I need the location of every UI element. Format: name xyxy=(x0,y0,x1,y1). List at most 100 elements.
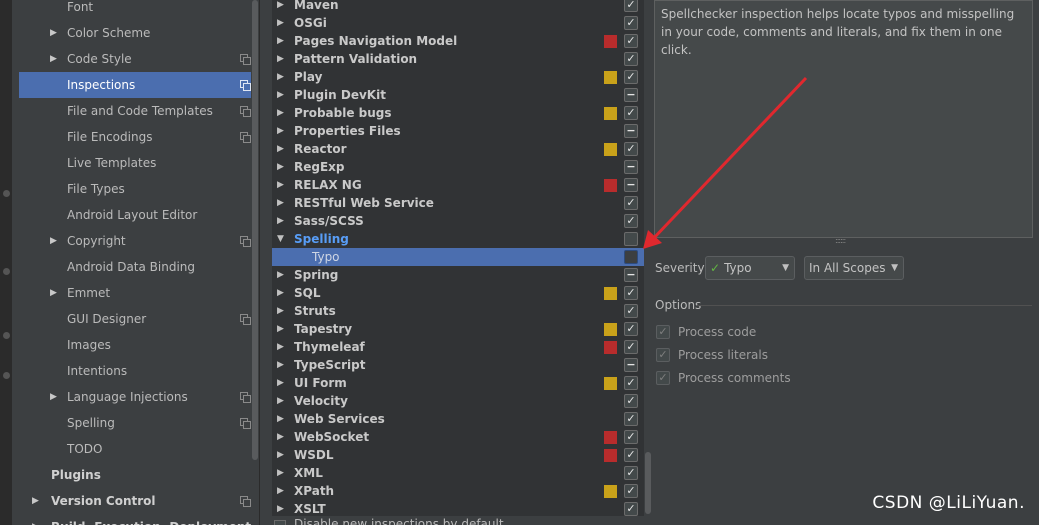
expand-arrow-icon[interactable]: ▶ xyxy=(32,488,39,514)
settings-item-spelling[interactable]: Spelling xyxy=(19,410,259,436)
expand-arrow-icon[interactable]: ▶ xyxy=(277,392,284,410)
inspection-enabled-checkbox[interactable]: ✓ xyxy=(624,484,638,498)
inspection-row-pattern-validation[interactable]: ▶ Pattern Validation ✓ xyxy=(272,50,644,68)
expand-arrow-icon[interactable]: ▶ xyxy=(277,446,284,464)
inspection-enabled-checkbox[interactable]: − xyxy=(624,124,638,138)
inspection-enabled-checkbox[interactable]: − xyxy=(624,358,638,372)
inspection-row-xml[interactable]: ▶ XML ✓ xyxy=(272,464,644,482)
inspection-row-sass-scss[interactable]: ▶ Sass/SCSS ✓ xyxy=(272,212,644,230)
expand-arrow-icon[interactable]: ▶ xyxy=(50,384,57,410)
inspection-row-thymeleaf[interactable]: ▶ Thymeleaf ✓ xyxy=(272,338,644,356)
inspection-enabled-checkbox[interactable]: ✓ xyxy=(624,52,638,66)
settings-item-images[interactable]: Images xyxy=(19,332,259,358)
settings-item-live-templates[interactable]: Live Templates xyxy=(19,150,259,176)
settings-item-plugins[interactable]: Plugins xyxy=(19,462,259,488)
inspection-enabled-checkbox[interactable]: ✓ xyxy=(624,502,638,516)
expand-arrow-icon[interactable]: ▶ xyxy=(277,14,284,32)
inspection-enabled-checkbox[interactable]: ✓ xyxy=(624,376,638,390)
expand-arrow-icon[interactable]: ▶ xyxy=(277,320,284,338)
inspection-enabled-checkbox[interactable]: ✓ xyxy=(624,34,638,48)
option-checkbox[interactable]: ✓ xyxy=(656,371,670,385)
expand-arrow-icon[interactable]: ▶ xyxy=(277,500,284,516)
inspection-row-wsdl[interactable]: ▶ WSDL ✓ xyxy=(272,446,644,464)
inspection-row-play[interactable]: ▶ Play ✓ xyxy=(272,68,644,86)
inspection-enabled-checkbox[interactable]: ✓ xyxy=(624,286,638,300)
inspection-row-web-services[interactable]: ▶ Web Services ✓ xyxy=(272,410,644,428)
expand-arrow-icon[interactable]: ▶ xyxy=(277,338,284,356)
option-checkbox[interactable]: ✓ xyxy=(656,325,670,339)
inspection-row-osgi[interactable]: ▶ OSGi ✓ xyxy=(272,14,644,32)
inspection-enabled-checkbox[interactable]: ✓ xyxy=(624,394,638,408)
expand-arrow-icon[interactable]: ▶ xyxy=(277,194,284,212)
settings-item-file-types[interactable]: File Types xyxy=(19,176,259,202)
settings-item-file-and-code-templates[interactable]: File and Code Templates xyxy=(19,98,259,124)
inspection-row-plugin-devkit[interactable]: ▶ Plugin DevKit − xyxy=(272,86,644,104)
expand-arrow-icon[interactable]: ▶ xyxy=(277,266,284,284)
collapse-arrow-icon[interactable]: ▼ xyxy=(277,230,284,248)
scope-dropdown[interactable]: In All Scopes ▼ xyxy=(804,256,904,280)
inspection-enabled-checkbox[interactable]: ✓ xyxy=(624,322,638,336)
inspection-enabled-checkbox[interactable]: ✓ xyxy=(624,430,638,444)
expand-arrow-icon[interactable]: ▶ xyxy=(277,50,284,68)
inspection-enabled-checkbox[interactable]: ✓ xyxy=(624,0,638,12)
settings-item-version-control[interactable]: ▶ Version Control xyxy=(19,488,259,514)
expand-arrow-icon[interactable]: ▶ xyxy=(277,302,284,320)
inspection-row-tapestry[interactable]: ▶ Tapestry ✓ xyxy=(272,320,644,338)
inspection-row-spelling[interactable]: ▼ Spelling xyxy=(272,230,644,248)
disable-new-inspections-checkbox[interactable]: Disable new inspections by default xyxy=(272,517,644,525)
inspection-row-typescript[interactable]: ▶ TypeScript − xyxy=(272,356,644,374)
inspection-row-websocket[interactable]: ▶ WebSocket ✓ xyxy=(272,428,644,446)
settings-item-file-encodings[interactable]: File Encodings xyxy=(19,124,259,150)
inspection-row-reactor[interactable]: ▶ Reactor ✓ xyxy=(272,140,644,158)
inspection-enabled-checkbox[interactable]: ✓ xyxy=(624,412,638,426)
inspection-enabled-checkbox[interactable]: − xyxy=(624,160,638,174)
expand-arrow-icon[interactable]: ▶ xyxy=(277,482,284,500)
expand-arrow-icon[interactable]: ▶ xyxy=(50,46,57,72)
inspection-enabled-checkbox[interactable] xyxy=(624,232,638,246)
settings-item-color-scheme[interactable]: ▶ Color Scheme xyxy=(19,20,259,46)
settings-item-todo[interactable]: TODO xyxy=(19,436,259,462)
settings-item-build-execution-deployment[interactable]: ▶ Build, Execution, Deployment xyxy=(19,514,259,525)
settings-item-code-style[interactable]: ▶ Code Style xyxy=(19,46,259,72)
inspection-row-pages-navigation-model[interactable]: ▶ Pages Navigation Model ✓ xyxy=(272,32,644,50)
expand-arrow-icon[interactable]: ▶ xyxy=(277,428,284,446)
inspection-row-struts[interactable]: ▶ Struts ✓ xyxy=(272,302,644,320)
settings-item-android-layout-editor[interactable]: Android Layout Editor xyxy=(19,202,259,228)
inspection-row-xpath[interactable]: ▶ XPath ✓ xyxy=(272,482,644,500)
expand-arrow-icon[interactable]: ▶ xyxy=(277,86,284,104)
inspection-enabled-checkbox[interactable]: ✓ xyxy=(624,16,638,30)
inspection-enabled-checkbox[interactable]: ✓ xyxy=(624,70,638,84)
inspection-enabled-checkbox[interactable]: ✓ xyxy=(624,340,638,354)
inspection-row-maven[interactable]: ▶ Maven ✓ xyxy=(272,0,644,14)
expand-arrow-icon[interactable]: ▶ xyxy=(277,68,284,86)
expand-arrow-icon[interactable]: ▶ xyxy=(277,356,284,374)
expand-arrow-icon[interactable]: ▶ xyxy=(277,122,284,140)
inspections-scrollbar[interactable] xyxy=(644,0,652,516)
inspection-enabled-checkbox[interactable]: ✓ xyxy=(624,214,638,228)
inspection-row-regexp[interactable]: ▶ RegExp − xyxy=(272,158,644,176)
inspection-row-spring[interactable]: ▶ Spring − xyxy=(272,266,644,284)
expand-arrow-icon[interactable]: ▶ xyxy=(50,228,57,254)
inspection-row-velocity[interactable]: ▶ Velocity ✓ xyxy=(272,392,644,410)
expand-arrow-icon[interactable]: ▶ xyxy=(277,284,284,302)
inspection-enabled-checkbox[interactable]: ✓ xyxy=(624,142,638,156)
expand-arrow-icon[interactable]: ▶ xyxy=(32,514,39,525)
expand-arrow-icon[interactable]: ▶ xyxy=(277,158,284,176)
scrollbar-thumb[interactable] xyxy=(645,452,651,514)
inspection-enabled-checkbox[interactable] xyxy=(624,250,638,264)
settings-item-inspections[interactable]: Inspections xyxy=(19,72,259,98)
expand-arrow-icon[interactable]: ▶ xyxy=(277,212,284,230)
settings-item-language-injections[interactable]: ▶ Language Injections xyxy=(19,384,259,410)
inspection-row-xslt[interactable]: ▶ XSLT ✓ xyxy=(272,500,644,516)
inspection-row-sql[interactable]: ▶ SQL ✓ xyxy=(272,284,644,302)
inspection-row-typo[interactable]: Typo xyxy=(272,248,644,266)
inspection-row-restful-web-service[interactable]: ▶ RESTful Web Service ✓ xyxy=(272,194,644,212)
settings-item-gui-designer[interactable]: GUI Designer xyxy=(19,306,259,332)
inspection-enabled-checkbox[interactable]: ✓ xyxy=(624,466,638,480)
inspection-enabled-checkbox[interactable]: − xyxy=(624,88,638,102)
resize-grip[interactable]: :::::: xyxy=(835,237,853,245)
inspection-row-probable-bugs[interactable]: ▶ Probable bugs ✓ xyxy=(272,104,644,122)
expand-arrow-icon[interactable]: ▶ xyxy=(277,32,284,50)
expand-arrow-icon[interactable]: ▶ xyxy=(50,20,57,46)
expand-arrow-icon[interactable]: ▶ xyxy=(277,0,284,14)
